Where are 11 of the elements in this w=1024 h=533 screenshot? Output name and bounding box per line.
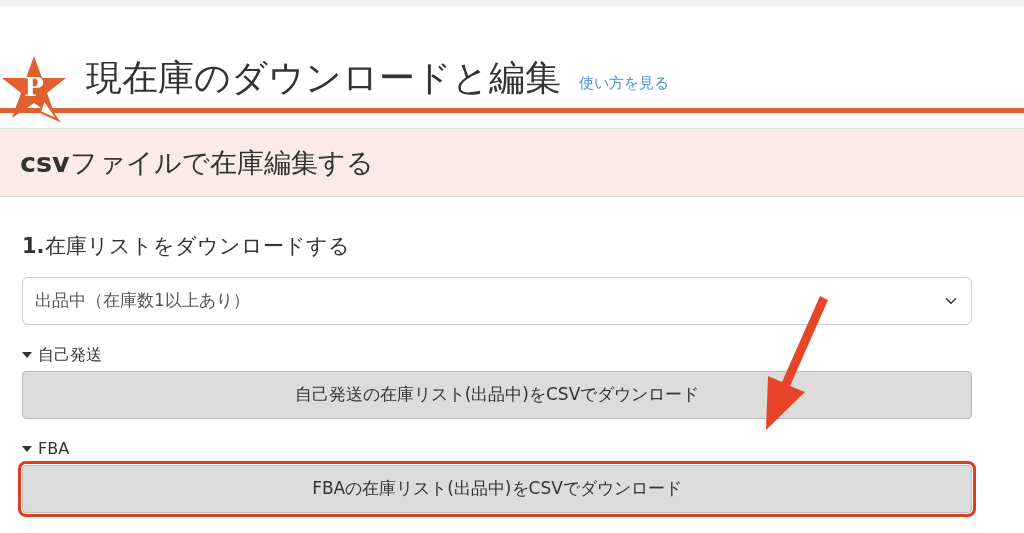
- help-link[interactable]: 使い方を見る: [579, 71, 669, 94]
- step-heading: 1.在庫リストをダウンロードする: [22, 233, 351, 261]
- status-select[interactable]: 出品中（在庫数1以上あり）: [22, 276, 972, 325]
- logo: P: [0, 54, 68, 124]
- caret-down-icon[interactable]: [22, 351, 32, 358]
- download-button[interactable]: 自己発送の在庫リスト(出品中)をCSVでダウンロード: [22, 370, 972, 419]
- section-banner: csvファイルで在庫編集する: [0, 128, 1024, 198]
- page-title: 現在庫のダウンロードと編集: [86, 60, 561, 96]
- caret-down-icon[interactable]: [22, 445, 32, 452]
- section-label[interactable]: 自己発送: [38, 342, 102, 367]
- section-label[interactable]: FBA: [38, 436, 70, 461]
